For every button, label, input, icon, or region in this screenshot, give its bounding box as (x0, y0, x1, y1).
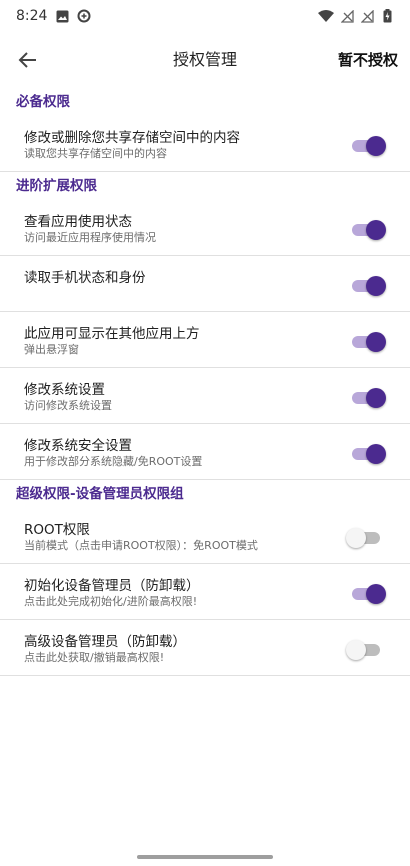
permission-row[interactable]: 查看应用使用状态 访问最近应用程序使用情况 (0, 200, 410, 256)
toolbar: 授权管理 暂不授权 (0, 32, 410, 88)
permission-title: 查看应用使用状态 (24, 214, 132, 230)
switch-thumb (346, 640, 366, 660)
permission-switch[interactable] (350, 276, 386, 296)
section-header: 进阶扩展权限 (16, 178, 97, 194)
gesture-nav-handle[interactable] (137, 855, 273, 859)
section-header: 超级权限-设备管理员权限组 (16, 486, 184, 502)
permission-row[interactable]: 读取手机状态和身份 (0, 256, 410, 312)
permission-row[interactable]: 初始化设备管理员（防卸载） 点击此处完成初始化/进阶最高权限! (0, 564, 410, 620)
permission-title: 修改系统设置 (24, 382, 105, 398)
skip-authorization-button[interactable]: 暂不授权 (338, 32, 398, 88)
permission-row[interactable]: 修改或删除您共享存储空间中的内容 读取您共享存储空间中的内容 (0, 116, 410, 172)
switch-thumb (366, 332, 386, 352)
permission-title: 高级设备管理员（防卸载） (24, 634, 186, 650)
permission-switch[interactable] (346, 640, 382, 660)
switch-thumb (366, 276, 386, 296)
image-icon (55, 9, 69, 23)
permission-row[interactable]: 修改系统设置 访问修改系统设置 (0, 368, 410, 424)
permission-subtitle: 当前模式（点击申请ROOT权限）：免ROOT模式 (24, 539, 258, 552)
permission-title: ROOT权限 (24, 522, 90, 538)
switch-thumb (366, 136, 386, 156)
permission-title: 修改或删除您共享存储空间中的内容 (24, 130, 240, 146)
permission-row[interactable]: 此应用可显示在其他应用上方 弹出悬浮窗 (0, 312, 410, 368)
permission-subtitle: 访问修改系统设置 (24, 399, 112, 412)
permission-title: 修改系统安全设置 (24, 438, 132, 454)
switch-thumb (366, 444, 386, 464)
permission-switch[interactable] (350, 220, 386, 240)
arrow-back-icon[interactable] (16, 48, 40, 72)
permission-switch[interactable] (346, 528, 382, 548)
status-right (318, 9, 394, 23)
status-bar: 8:24 (0, 0, 410, 32)
permission-row[interactable]: 修改系统安全设置 用于修改部分系统隐藏/免ROOT设置 (0, 424, 410, 480)
switch-thumb (366, 220, 386, 240)
permission-subtitle: 访问最近应用程序使用情况 (24, 231, 156, 244)
status-left: 8:24 (16, 8, 91, 24)
permission-switch[interactable] (350, 444, 386, 464)
permission-title: 初始化设备管理员（防卸载） (24, 578, 200, 594)
permission-row[interactable]: 高级设备管理员（防卸载） 点击此处获取/撤销最高权限! (0, 620, 410, 676)
permission-switch[interactable] (350, 332, 386, 352)
data-saver-icon (77, 9, 91, 23)
permission-subtitle: 用于修改部分系统隐藏/免ROOT设置 (24, 455, 203, 468)
permission-row[interactable]: ROOT权限 当前模式（点击申请ROOT权限）：免ROOT模式 (0, 508, 410, 564)
signal-off-icon (340, 9, 354, 23)
section-header: 必备权限 (16, 94, 70, 110)
permission-subtitle: 弹出悬浮窗 (24, 343, 79, 356)
wifi-icon (318, 9, 334, 23)
permission-switch[interactable] (350, 388, 386, 408)
battery-charging-icon (380, 9, 394, 23)
permission-subtitle: 点击此处获取/撤销最高权限! (24, 651, 165, 664)
permission-switch[interactable] (350, 136, 386, 156)
permission-title: 读取手机状态和身份 (24, 270, 146, 286)
permission-list: 必备权限修改或删除您共享存储空间中的内容 读取您共享存储空间中的内容进阶扩展权限查… (0, 88, 410, 676)
switch-thumb (366, 388, 386, 408)
permission-title: 此应用可显示在其他应用上方 (24, 326, 200, 342)
permission-subtitle: 读取您共享存储空间中的内容 (24, 147, 167, 160)
permission-subtitle: 点击此处完成初始化/进阶最高权限! (24, 595, 198, 608)
status-time: 8:24 (16, 8, 48, 24)
switch-thumb (346, 528, 366, 548)
permission-switch[interactable] (350, 584, 386, 604)
switch-thumb (366, 584, 386, 604)
signal-off-icon (360, 9, 374, 23)
